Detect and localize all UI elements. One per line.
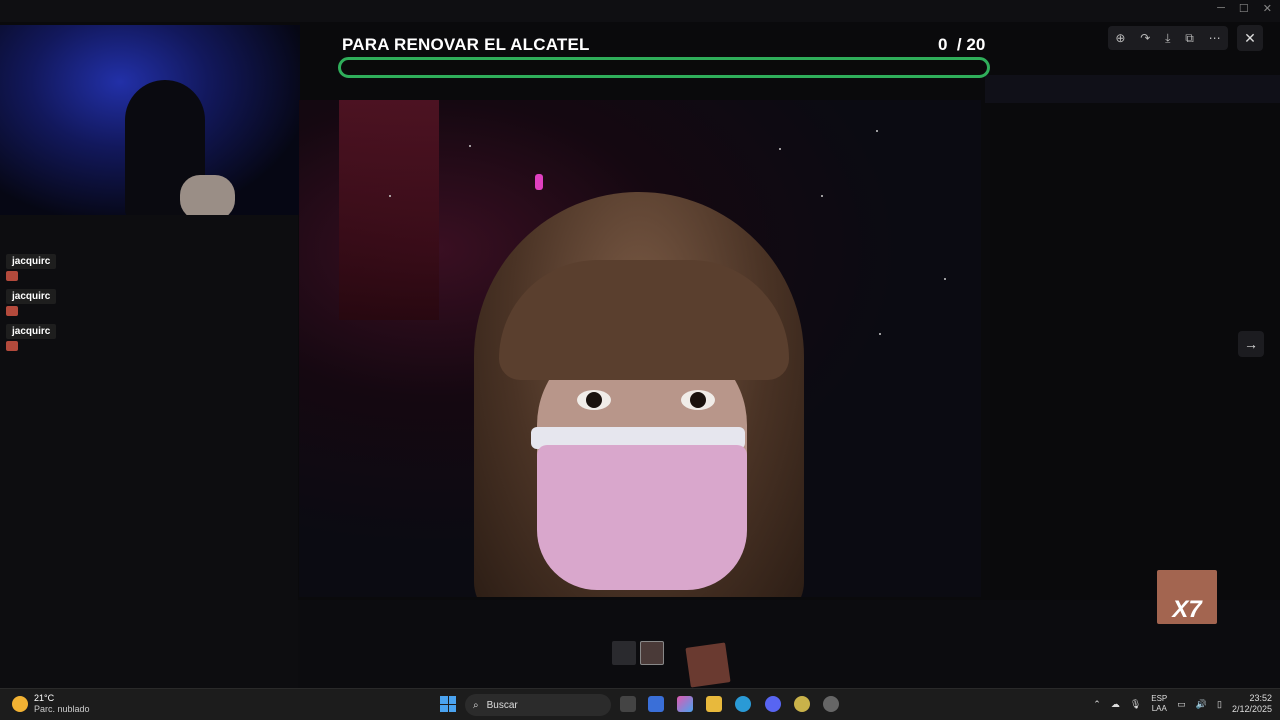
screen: ─ ☐ ✕ jacquirc jacquirc jacquirc PARA RE… bbox=[0, 0, 1280, 720]
sparkle bbox=[389, 195, 391, 197]
clock[interactable]: 23:52 2/12/2025 bbox=[1232, 693, 1272, 715]
left-eye bbox=[577, 390, 611, 410]
sparkle bbox=[876, 130, 878, 132]
forward-icon[interactable]: ↷ bbox=[1140, 31, 1150, 45]
minimize-icon[interactable]: ─ bbox=[1217, 2, 1225, 15]
face-mask bbox=[537, 445, 747, 590]
window-close-icon[interactable]: ✕ bbox=[1263, 2, 1272, 15]
alert-progress-bar bbox=[338, 57, 990, 78]
weather-temperature: 21°C bbox=[34, 693, 55, 703]
microphone-icon[interactable]: 🎙 bbox=[1130, 699, 1141, 710]
chat-message: jacquirc bbox=[6, 289, 57, 316]
battery-icon[interactable]: ▯ bbox=[1217, 699, 1222, 710]
close-icon: ✕ bbox=[1244, 29, 1256, 46]
edge-icon[interactable] bbox=[735, 696, 751, 712]
alert-count-value: 0 bbox=[938, 35, 948, 54]
webcam-hand bbox=[180, 175, 235, 215]
background-channel-sidebar bbox=[0, 215, 298, 688]
chat-message: jacquirc bbox=[6, 254, 57, 281]
language-code: ESP bbox=[1151, 694, 1168, 703]
chat-username: jacquirc bbox=[6, 254, 57, 269]
clock-date: 2/12/2025 bbox=[1231, 704, 1272, 714]
maximize-icon[interactable]: ☐ bbox=[1239, 2, 1249, 15]
alert-counter: 0 / 20 bbox=[938, 35, 985, 55]
sparkle bbox=[821, 195, 823, 197]
volume-icon[interactable]: 🔊 bbox=[1196, 699, 1207, 710]
window-controls: ─ ☐ ✕ bbox=[1217, 2, 1272, 15]
search-placeholder: Buscar bbox=[486, 699, 518, 711]
close-button[interactable]: ✕ bbox=[1237, 25, 1263, 51]
clock-time: 23:52 bbox=[1249, 693, 1272, 703]
task-view-icon[interactable] bbox=[620, 696, 636, 712]
weather-icon bbox=[12, 696, 28, 712]
discord-icon[interactable] bbox=[765, 696, 781, 712]
language-layout: LAA bbox=[1151, 704, 1167, 713]
sticker-image bbox=[685, 642, 731, 688]
weather-description: Parc. nublado bbox=[34, 704, 90, 714]
image-thumbnail-selected[interactable] bbox=[640, 641, 664, 665]
taskbar: 21°C Parc. nublado ⌕ Buscar ⌃ ☁ 🎙 ESP LA… bbox=[0, 688, 1280, 720]
image-viewer-toolbar: ⊕ ↷ ⤓ ⧉ ⋯ bbox=[1108, 26, 1228, 50]
arrow-right-icon: → bbox=[1244, 336, 1258, 352]
background-panel bbox=[985, 75, 1280, 103]
chat-emote-icon bbox=[6, 271, 18, 281]
download-icon[interactable]: ⤓ bbox=[1165, 31, 1170, 46]
chat-emote-icon bbox=[6, 306, 18, 316]
image-thumbnail[interactable] bbox=[612, 641, 636, 665]
obs-icon[interactable] bbox=[823, 696, 839, 712]
system-tray: ⌃ ☁ 🎙 ESP LAA ▭ 🔊 ▯ 23:52 2/12/2025 bbox=[1093, 693, 1272, 715]
chat-username: jacquirc bbox=[6, 324, 57, 339]
next-image-button[interactable]: → bbox=[1238, 331, 1264, 357]
right-eye bbox=[681, 390, 715, 410]
copilot-icon[interactable] bbox=[677, 696, 693, 712]
file-explorer-icon[interactable] bbox=[706, 696, 722, 712]
window-titlebar: ─ ☐ ✕ bbox=[0, 0, 1280, 22]
bangs bbox=[499, 260, 789, 380]
chat-message: jacquirc bbox=[6, 324, 57, 351]
background-chat-area bbox=[298, 600, 1280, 688]
weather-widget[interactable]: 21°C Parc. nublado bbox=[12, 693, 90, 715]
emote-label: X7 bbox=[1172, 596, 1202, 623]
sparkle bbox=[469, 145, 471, 147]
store-icon[interactable] bbox=[648, 696, 664, 712]
start-icon[interactable] bbox=[440, 696, 456, 712]
image-viewer-photo bbox=[299, 100, 981, 597]
network-icon[interactable]: ▭ bbox=[1177, 699, 1186, 710]
red-light bbox=[339, 100, 439, 320]
taskbar-search[interactable]: ⌕ Buscar bbox=[465, 694, 611, 716]
more-icon[interactable]: ⋯ bbox=[1209, 31, 1221, 45]
chat-username: jacquirc bbox=[6, 289, 57, 304]
magenta-light bbox=[535, 174, 543, 190]
onedrive-icon[interactable]: ☁ bbox=[1111, 699, 1120, 710]
zoom-icon[interactable]: ⊕ bbox=[1115, 31, 1125, 45]
open-external-icon[interactable]: ⧉ bbox=[1185, 31, 1194, 46]
webcam-feed bbox=[0, 25, 300, 215]
corner-emote: X7 bbox=[1157, 570, 1217, 624]
chevron-up-icon[interactable]: ⌃ bbox=[1093, 699, 1101, 710]
sparkle bbox=[944, 278, 946, 280]
search-icon: ⌕ bbox=[473, 699, 479, 711]
language-indicator[interactable]: ESP LAA bbox=[1151, 694, 1167, 714]
sparkle bbox=[879, 333, 881, 335]
alert-title: PARA RENOVAR EL ALCATEL bbox=[342, 35, 590, 54]
sparkle bbox=[779, 148, 781, 150]
app-icon[interactable] bbox=[794, 696, 810, 712]
alert-count-total: / 20 bbox=[956, 35, 986, 54]
weather-text: 21°C Parc. nublado bbox=[34, 693, 90, 715]
chat-emote-icon bbox=[6, 341, 18, 351]
